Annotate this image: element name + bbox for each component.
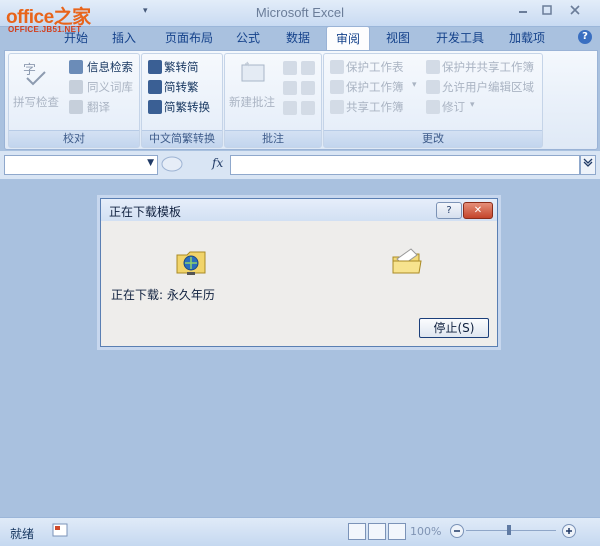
proofing-group-label: 校对	[9, 130, 139, 147]
download-status: 正在下载: 永久年历	[111, 288, 215, 302]
tab-data[interactable]: 数据	[278, 26, 318, 50]
protect-workbook-dropdown-icon[interactable]: ▾	[412, 80, 417, 90]
to-simplified-button[interactable]: 繁转简	[164, 59, 199, 75]
edit-comment-icon[interactable]	[283, 61, 297, 75]
spell-check-button[interactable]: 拼写检查	[13, 94, 59, 110]
thesaurus-button[interactable]: 同义词库	[87, 79, 133, 95]
track-changes-dropdown-icon[interactable]: ▾	[470, 100, 475, 110]
spell-check-icon: 字	[21, 60, 49, 86]
chinese-conversion-group: 繁转简 简转繁 简繁转换 中文简繁转换	[141, 53, 223, 148]
proofing-group: 字 拼写检查 信息检索 同义词库 翻译 校对	[8, 53, 140, 148]
zoom-slider-track[interactable]	[466, 530, 556, 531]
formula-bar: ▼ fx	[0, 151, 600, 179]
download-dialog: 正在下载模板 ? ✕ 正在下载: 永久年历 停止(S)	[100, 198, 498, 347]
track-changes-icon	[426, 100, 440, 114]
dialog-title-bar: 正在下载模板 ? ✕	[101, 199, 497, 221]
chinese-group-label: 中文简繁转换	[142, 130, 222, 147]
maximize-button[interactable]	[536, 3, 558, 19]
folder-icon	[391, 245, 425, 279]
comments-group-label: 批注	[225, 130, 321, 147]
tab-page-layout[interactable]: 页面布局	[158, 26, 220, 50]
insert-function-button[interactable]: fx	[212, 156, 223, 170]
tab-developer[interactable]: 开发工具	[430, 26, 490, 50]
svg-text:字: 字	[23, 63, 36, 78]
protect-workbook-button[interactable]: 保护工作簿	[346, 79, 404, 95]
protect-share-icon	[426, 60, 440, 74]
page-layout-view-icon[interactable]	[368, 523, 386, 540]
thesaurus-icon	[69, 80, 83, 94]
site-logo: office之家 OFFICE.JB51.NET	[6, 2, 114, 36]
next-comment-icon[interactable]	[301, 81, 315, 95]
zoom-slider-thumb[interactable]	[507, 525, 511, 535]
name-box-dropdown-icon[interactable]: ▼	[147, 158, 154, 168]
new-comment-button[interactable]: 新建批注	[229, 94, 275, 110]
to-simplified-icon	[148, 60, 162, 74]
translate-button[interactable]: 翻译	[87, 99, 110, 115]
research-button[interactable]: 信息检索	[87, 59, 133, 75]
new-comment-icon	[239, 60, 269, 86]
show-ink-icon[interactable]	[301, 101, 315, 115]
help-icon[interactable]: ?	[578, 30, 592, 44]
allow-edit-button[interactable]: 允许用户编辑区域	[442, 79, 534, 95]
zoom-in-icon[interactable]	[562, 524, 576, 538]
formula-input[interactable]	[230, 155, 580, 175]
dialog-help-button[interactable]: ?	[436, 202, 462, 219]
dialog-close-button[interactable]: ✕	[463, 202, 493, 219]
to-traditional-button[interactable]: 简转繁	[164, 79, 199, 95]
tab-formulas[interactable]: 公式	[228, 26, 268, 50]
research-icon	[69, 60, 83, 74]
tab-review[interactable]: 审阅	[326, 26, 370, 51]
status-bar: 就绪 100%	[0, 517, 600, 546]
to-traditional-icon	[148, 80, 162, 94]
changes-group-label: 更改	[324, 130, 542, 147]
previous-comment-icon[interactable]	[283, 81, 297, 95]
zoom-level[interactable]: 100%	[410, 525, 441, 538]
expand-formula-bar-button[interactable]	[580, 155, 596, 175]
comments-group: 新建批注 批注	[224, 53, 322, 148]
quick-access-dropdown[interactable]: ▾	[143, 6, 148, 16]
share-workbook-icon	[330, 100, 344, 114]
protect-sheet-icon	[330, 60, 344, 74]
protect-workbook-icon	[330, 80, 344, 94]
stop-button[interactable]: 停止(S)	[419, 318, 489, 338]
delete-comment-icon[interactable]	[301, 61, 315, 75]
name-box[interactable]: ▼	[4, 155, 158, 175]
logo-url: OFFICE.JB51.NET	[8, 25, 82, 34]
share-workbook-button[interactable]: 共享工作簿	[346, 99, 404, 115]
convert-button[interactable]: 简繁转换	[164, 99, 210, 115]
close-button[interactable]	[564, 3, 586, 19]
protect-share-button[interactable]: 保护并共享工作簿	[442, 59, 534, 75]
tab-view[interactable]: 视图	[378, 26, 418, 50]
network-folder-icon	[175, 245, 209, 279]
convert-icon	[148, 100, 162, 114]
protect-sheet-button[interactable]: 保护工作表	[346, 59, 404, 75]
fx-area: fx	[158, 155, 228, 173]
zoom-out-icon[interactable]	[450, 524, 464, 538]
ribbon: 字 拼写检查 信息检索 同义词库 翻译 校对 繁转简 简转繁 简繁转换 中文简繁…	[4, 50, 598, 150]
translate-icon	[69, 100, 83, 114]
tab-addins[interactable]: 加载项	[502, 26, 552, 50]
allow-edit-icon	[426, 80, 440, 94]
macro-record-icon[interactable]	[52, 523, 68, 537]
dialog-title: 正在下载模板	[109, 205, 182, 219]
changes-group: 保护工作表 保护工作簿 ▾ 共享工作簿 保护并共享工作簿 允许用户编辑区域 修订…	[323, 53, 543, 148]
page-break-view-icon[interactable]	[388, 523, 406, 540]
minimize-button[interactable]	[512, 3, 534, 19]
status-ready: 就绪	[10, 527, 35, 541]
chevron-down-icon	[583, 158, 593, 167]
track-changes-button[interactable]: 修订	[442, 99, 465, 115]
show-comment-icon[interactable]	[283, 101, 297, 115]
normal-view-icon[interactable]	[348, 523, 366, 540]
